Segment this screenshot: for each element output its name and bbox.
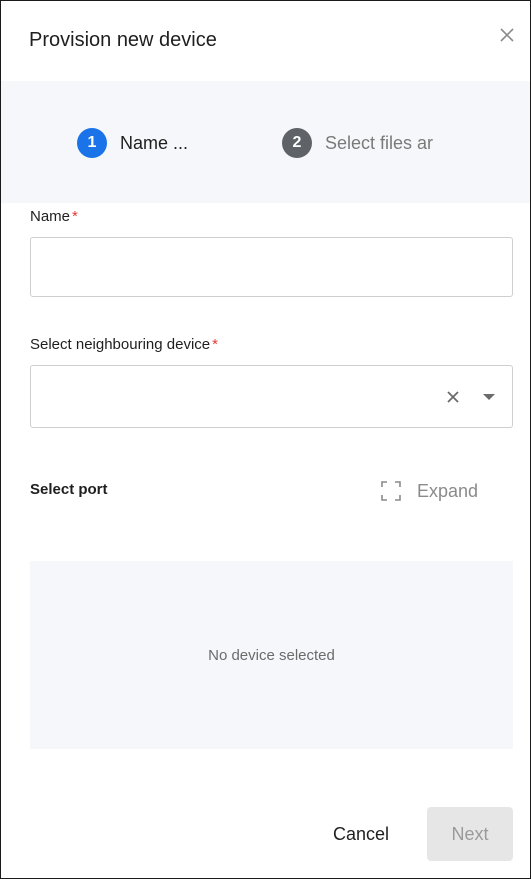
required-marker: * (72, 208, 78, 225)
name-input[interactable] (30, 237, 513, 297)
required-marker: * (212, 336, 218, 353)
caret-down-icon (483, 394, 495, 400)
step-2-label: Select files ar (325, 132, 434, 153)
step-1[interactable]: 1 Name ... (77, 128, 188, 158)
dropdown-toggle[interactable] (479, 387, 499, 407)
empty-state-text: No device selected (208, 646, 335, 664)
expand-label: Expand (417, 480, 479, 501)
port-panel: No device selected (30, 561, 513, 749)
provision-device-dialog: Provision new device 1 Name ... 2 Select… (0, 0, 531, 879)
dialog-header: Provision new device (1, 1, 530, 81)
expand-button[interactable]: Expand (379, 476, 478, 506)
clear-selection-button[interactable] (443, 387, 463, 407)
neighbour-label: Select neighbouring device * (30, 336, 218, 353)
step-2[interactable]: 2 Select files ar (282, 128, 455, 158)
expand-icon (381, 481, 401, 501)
dialog-title: Provision new device (29, 29, 217, 51)
clear-icon (447, 391, 459, 403)
step-1-number: 1 (77, 128, 107, 158)
step-2-number: 2 (282, 128, 312, 158)
close-icon (500, 28, 514, 42)
step-1-label: Name ... (120, 132, 189, 153)
name-label-text: Name (30, 208, 71, 225)
cancel-button[interactable]: Cancel (314, 809, 408, 859)
close-button[interactable] (495, 23, 519, 47)
next-button[interactable]: Next (427, 807, 513, 861)
stepper: 1 Name ... 2 Select files ar (1, 81, 530, 203)
select-port-label: Select port (30, 481, 108, 498)
neighbour-device-select[interactable] (30, 365, 513, 428)
neighbour-label-text: Select neighbouring device (30, 336, 211, 353)
name-label: Name * (30, 208, 78, 225)
